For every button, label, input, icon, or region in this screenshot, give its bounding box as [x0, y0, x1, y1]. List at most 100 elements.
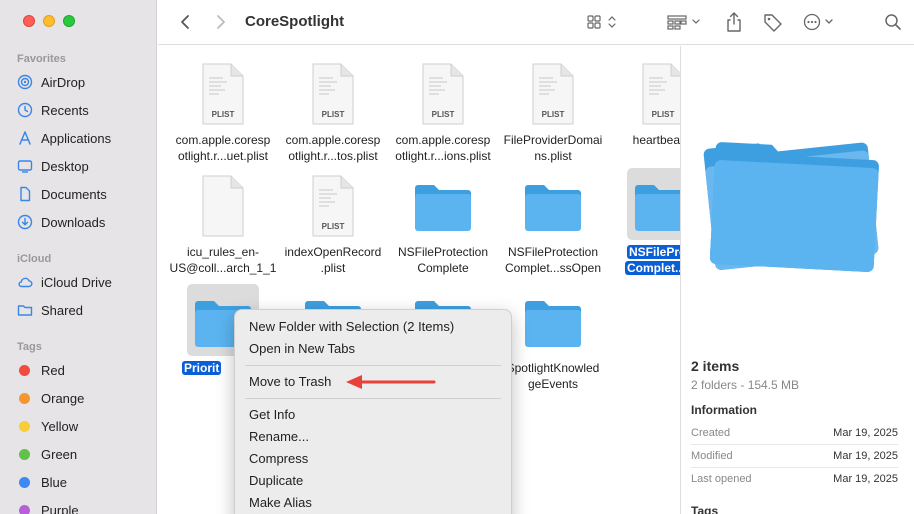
window-controls — [23, 15, 75, 27]
plist-badge: PLIST — [542, 110, 565, 119]
desktop-icon — [17, 158, 33, 174]
sidebar-tag-orange[interactable]: Orange — [17, 388, 84, 408]
menu-item-get-info[interactable]: Get Info — [249, 405, 295, 425]
search-button[interactable] — [882, 11, 904, 33]
file-item[interactable]: icu_rules_en- US@coll...arch_1_1 — [168, 174, 278, 276]
sidebar-tag-yellow[interactable]: Yellow — [17, 416, 78, 436]
menu-item-make-alias[interactable]: Make Alias — [249, 493, 312, 513]
sidebar-item-desktop[interactable]: Desktop — [17, 156, 89, 176]
preview-subtitle: 2 folders - 154.5 MB — [691, 378, 800, 392]
preview-title: 2 items — [691, 358, 740, 374]
file-item-selected[interactable]: NSFileProteComplet...tic — [608, 168, 680, 276]
sidebar-item-shared[interactable]: Shared — [17, 300, 83, 320]
plist-file-icon: PLIST — [301, 62, 365, 126]
file-name: com.apple.coresp otlight.r...ions.plist — [395, 133, 491, 163]
tag-button[interactable] — [762, 11, 784, 33]
shared-folder-icon — [17, 302, 33, 318]
zoom-button[interactable] — [63, 15, 75, 27]
sidebar-item-label: Blue — [41, 474, 68, 490]
file-item[interactable]: NSFileProtection Complete — [388, 174, 498, 276]
plist-file-icon: PLIST — [301, 174, 365, 238]
more-actions-button[interactable] — [802, 11, 840, 33]
preview-panel: 2 items 2 folders - 154.5 MB Information… — [680, 46, 914, 514]
sidebar-item-applications[interactable]: Applications — [17, 128, 111, 148]
sidebar-item-label: Documents — [41, 186, 107, 202]
icloud-heading: iCloud — [17, 253, 52, 265]
file-name: NSFileProtection Complet...ssOpen — [504, 245, 602, 275]
menu-item-move-to-trash[interactable]: Move to Trash — [249, 372, 331, 392]
ellipsis-circle-icon — [803, 13, 833, 31]
tag-color-dot — [19, 504, 30, 514]
file-item[interactable]: PLIST indexOpenRecord .plist — [278, 174, 388, 276]
group-grid-icon — [667, 15, 700, 30]
sidebar-item-label: Purple — [41, 502, 79, 514]
plist-badge: PLIST — [322, 110, 345, 119]
download-icon — [17, 214, 33, 230]
menu-item-open-in-new-tabs[interactable]: Open in New Tabs — [249, 339, 355, 359]
sidebar-item-label: Downloads — [41, 214, 106, 230]
plist-badge: PLIST — [212, 110, 235, 119]
folder-icon — [521, 174, 585, 238]
file-item[interactable]: PLIST heartbeat.p — [608, 62, 680, 148]
file-item[interactable]: SpotlightKnowled geEvents — [498, 290, 608, 392]
sidebar-tag-blue[interactable]: Blue — [17, 472, 67, 492]
tag-color-dot — [19, 392, 30, 404]
sidebar: Favorites AirDrop Recents Applications D… — [0, 0, 157, 514]
sidebar-tag-purple[interactable]: Purple — [17, 500, 79, 514]
applications-icon — [17, 130, 33, 146]
group-button[interactable] — [666, 11, 706, 33]
toolbar: CoreSpotlight — [158, 0, 914, 45]
icon-grid-icon — [587, 15, 616, 29]
plist-file-icon: PLIST — [521, 62, 585, 126]
menu-item-duplicate[interactable]: Duplicate — [249, 471, 303, 491]
sidebar-item-label: Red — [41, 362, 65, 378]
sidebar-item-icloud-drive[interactable]: iCloud Drive — [17, 272, 112, 292]
document-file-icon — [191, 174, 255, 238]
menu-item-new-folder-with-selection[interactable]: New Folder with Selection (2 Items) — [249, 317, 454, 337]
file-name: SpotlightKnowled geEvents — [506, 361, 600, 391]
back-button[interactable] — [176, 11, 194, 33]
file-name: FileProviderDomai ns.plist — [503, 133, 603, 163]
forward-button[interactable] — [212, 11, 230, 33]
sidebar-tag-green[interactable]: Green — [17, 444, 77, 464]
sidebar-tag-red[interactable]: Red — [17, 360, 65, 380]
tag-color-dot — [19, 448, 30, 460]
close-button[interactable] — [23, 15, 35, 27]
favorites-heading: Favorites — [17, 53, 66, 65]
minimize-button[interactable] — [43, 15, 55, 27]
context-menu: New Folder with Selection (2 Items) Open… — [234, 309, 512, 514]
file-name: indexOpenRecord .plist — [284, 245, 382, 275]
information-heading: Information — [691, 403, 757, 417]
file-item[interactable]: NSFileProtection Complet...ssOpen — [498, 174, 608, 276]
sidebar-item-downloads[interactable]: Downloads — [17, 212, 105, 232]
file-item[interactable]: PLIST FileProviderDomai ns.plist — [498, 62, 608, 164]
file-name: heartbeat.p — [632, 133, 680, 147]
tag-color-dot — [19, 476, 30, 488]
view-mode-button[interactable] — [586, 11, 622, 33]
sidebar-item-airdrop[interactable]: AirDrop — [17, 72, 85, 92]
chevron-left-icon — [181, 15, 189, 29]
menu-item-compress[interactable]: Compress — [249, 449, 308, 469]
tag-color-dot — [19, 364, 30, 376]
sidebar-item-label: Applications — [41, 130, 112, 146]
plist-badge: PLIST — [432, 110, 455, 119]
file-item[interactable]: PLIST com.apple.coresp otlight.r...uet.pl… — [168, 62, 278, 164]
clock-icon — [17, 102, 33, 118]
info-row-last-opened: Last opened Mar 19, 2025 — [691, 473, 898, 485]
file-item[interactable]: PLIST com.apple.coresp otlight.r...tos.pl… — [278, 62, 388, 164]
file-name: com.apple.coresp otlight.r...tos.plist — [285, 133, 381, 163]
stacked-folders-icon — [699, 116, 889, 291]
info-row-modified: Modified Mar 19, 2025 — [691, 450, 898, 462]
file-name: NSFileProtection Complete — [397, 245, 489, 275]
sidebar-item-recents[interactable]: Recents — [17, 100, 89, 120]
file-name: com.apple.coresp otlight.r...uet.plist — [175, 133, 271, 163]
folder-icon — [627, 168, 680, 240]
file-item[interactable]: PLIST com.apple.coresp otlight.r...ions.p… — [388, 62, 498, 164]
plist-badge: PLIST — [652, 110, 675, 119]
menu-item-rename[interactable]: Rename... — [249, 427, 309, 447]
sidebar-item-documents[interactable]: Documents — [17, 184, 107, 204]
file-name: icu_rules_en- US@coll...arch_1_1 — [169, 245, 277, 275]
folder-icon — [521, 290, 585, 354]
plist-badge: PLIST — [322, 222, 345, 231]
share-button[interactable] — [724, 11, 744, 33]
